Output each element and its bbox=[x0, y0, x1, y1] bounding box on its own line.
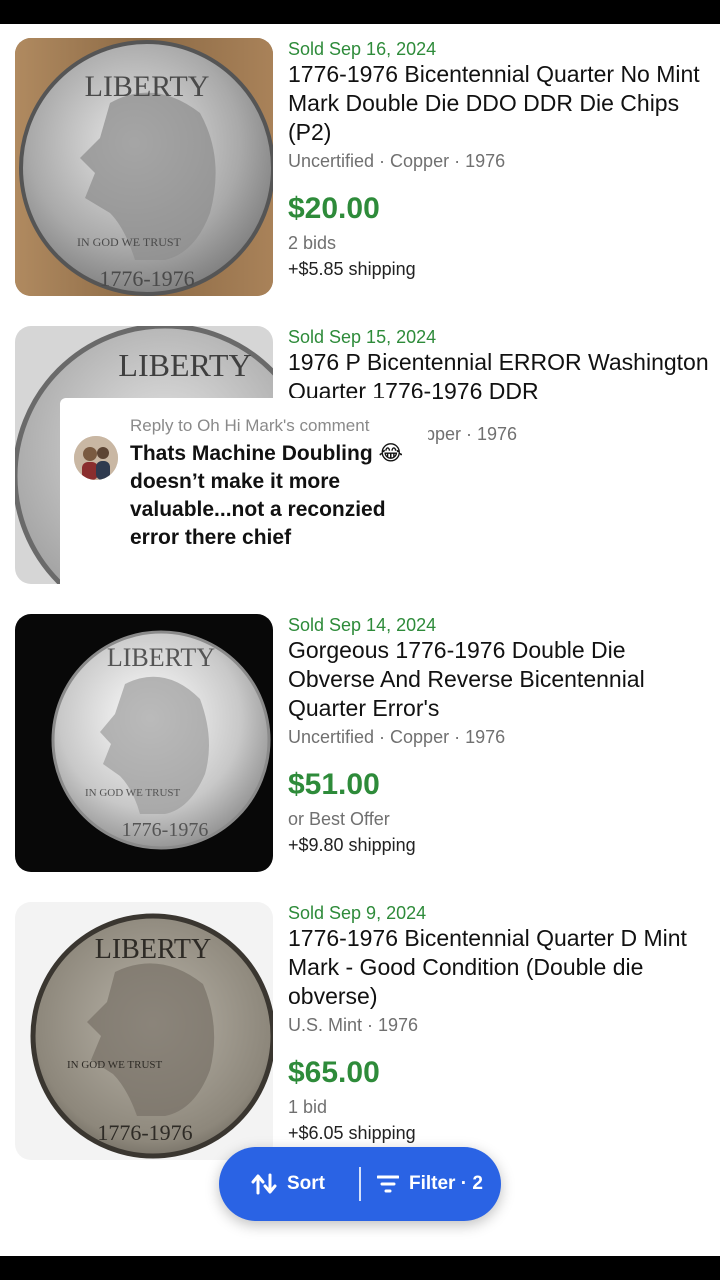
listing-item[interactable]: LIBERTY IN GOD WE TRUST 1776-1976 Sold S… bbox=[0, 600, 720, 872]
sold-date: Sold Sep 9, 2024 bbox=[288, 903, 427, 923]
svg-text:IN GOD WE TRUST: IN GOD WE TRUST bbox=[77, 235, 182, 249]
sold-date: Sold Sep 15, 2024 bbox=[288, 327, 437, 347]
comment-text: Thats Machine Doubling 😂doesn’t make it … bbox=[130, 442, 404, 549]
listing-meta: U.S. Mint · 1976 bbox=[288, 1015, 419, 1035]
svg-text:1776-1976: 1776-1976 bbox=[122, 819, 209, 841]
svg-text:1776-1976: 1776-1976 bbox=[97, 1120, 192, 1145]
sort-filter-bar: Sort Filter · 2 bbox=[219, 1147, 501, 1221]
listing-shipping: +$9.80 shipping bbox=[288, 835, 416, 855]
reply-to-label: Reply to Oh Hi Mark's comment bbox=[130, 416, 370, 435]
status-bar bbox=[0, 0, 720, 24]
listing-bids: 1 bid bbox=[288, 1097, 328, 1117]
filter-icon bbox=[377, 1175, 399, 1193]
listing-price: $65.00 bbox=[288, 1056, 380, 1089]
sold-date: Sold Sep 16, 2024 bbox=[288, 39, 437, 59]
coin-image: LIBERTY IN GOD WE TRUST 1776-1976 bbox=[15, 38, 273, 296]
listing-item[interactable]: LIBERTY IN GOD WE TRUST 1776-1976 Sold S… bbox=[0, 888, 720, 1160]
svg-text:LIBERTY: LIBERTY bbox=[85, 70, 210, 103]
listing-meta: pper · 1976 bbox=[425, 424, 518, 444]
listing-offer: or Best Offer bbox=[288, 809, 390, 829]
svg-text:LIBERTY: LIBERTY bbox=[95, 934, 212, 965]
reply-comment-card[interactable]: Reply to Oh Hi Mark's comment Thats Mach… bbox=[60, 398, 428, 584]
listing-title[interactable]: Gorgeous 1776-1976 Double Die Obverse An… bbox=[288, 636, 712, 723]
listing-price: $51.00 bbox=[288, 768, 380, 801]
sold-date: Sold Sep 14, 2024 bbox=[288, 615, 437, 635]
listing-shipping: +$5.85 shipping bbox=[288, 259, 416, 279]
listing-image[interactable]: LIBERTY IN GOD WE TRUST 1776-1976 bbox=[15, 902, 273, 1160]
filter-button[interactable]: Filter · 2 bbox=[377, 1147, 483, 1221]
sort-arrows-icon bbox=[251, 1173, 277, 1195]
svg-text:1776-1976: 1776-1976 bbox=[99, 266, 194, 291]
sort-label: Sort bbox=[287, 1173, 325, 1194]
listing-meta: Uncertified · Copper · 1976 bbox=[288, 151, 506, 171]
listing-price: $20.00 bbox=[288, 192, 380, 225]
sort-button[interactable]: Sort bbox=[251, 1147, 325, 1221]
svg-text:IN GOD WE TRUST: IN GOD WE TRUST bbox=[67, 1059, 163, 1071]
listing-image[interactable]: LIBERTY IN GOD WE TRUST 1776-1976 bbox=[15, 38, 273, 296]
listing-image[interactable]: LIBERTY IN GOD WE TRUST 1776-1976 bbox=[15, 614, 273, 872]
avatar[interactable] bbox=[74, 436, 118, 480]
svg-text:LIBERTY: LIBERTY bbox=[118, 347, 251, 383]
svg-text:LIBERTY: LIBERTY bbox=[107, 643, 215, 672]
listing-title[interactable]: 1776-1976 Bicentennial Quarter No Mint M… bbox=[288, 60, 712, 147]
navigation-bar bbox=[0, 1256, 720, 1280]
listing-shipping: +$6.05 shipping bbox=[288, 1123, 416, 1143]
filter-label: Filter · 2 bbox=[409, 1173, 483, 1194]
coin-image: LIBERTY IN GOD WE TRUST 1776-1976 bbox=[15, 614, 273, 872]
listing-meta: Uncertified · Copper · 1976 bbox=[288, 727, 506, 747]
listing-item[interactable]: LIBERTY IN GOD WE TRUST 1776-1976 Sold S… bbox=[0, 24, 720, 296]
svg-text:IN GOD WE TRUST: IN GOD WE TRUST bbox=[85, 787, 181, 799]
listing-title[interactable]: 1776-1976 Bicentennial Quarter D Mint Ma… bbox=[288, 924, 712, 1011]
coin-image: LIBERTY IN GOD WE TRUST 1776-1976 bbox=[15, 902, 273, 1160]
divider bbox=[359, 1167, 361, 1201]
listing-bids: 2 bids bbox=[288, 233, 337, 253]
